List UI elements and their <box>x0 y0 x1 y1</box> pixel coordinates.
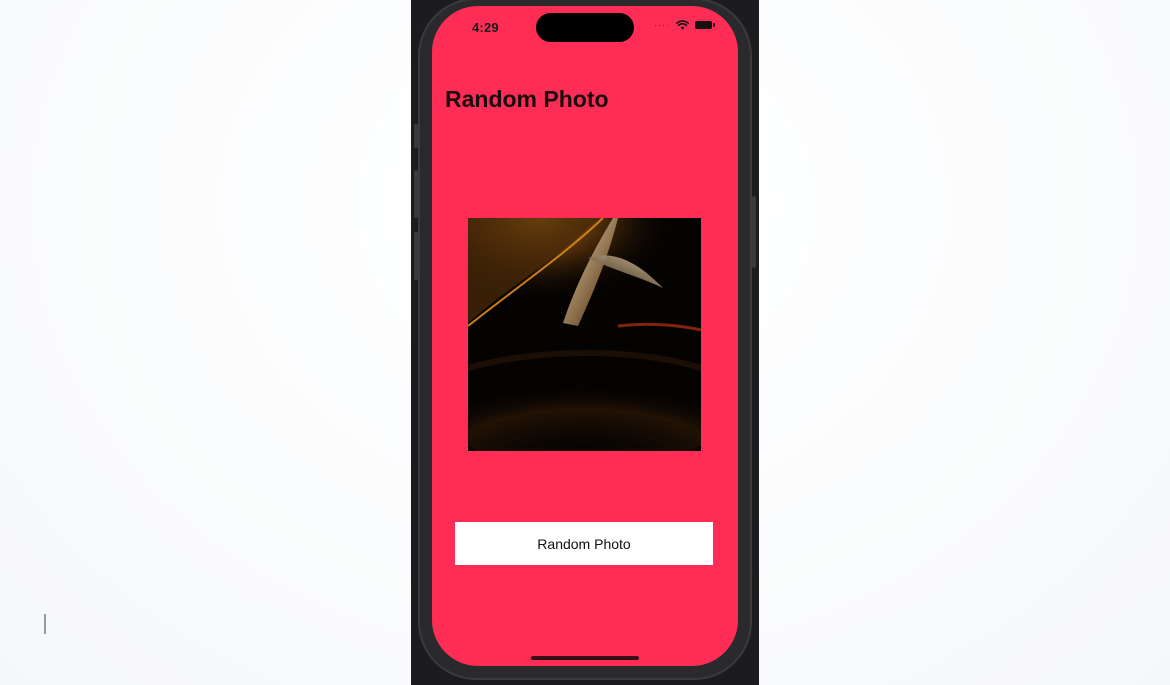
abstract-dark-wallpaper-image <box>468 218 701 451</box>
random-photo-button[interactable]: Random Photo <box>455 522 713 565</box>
random-photo-image <box>468 218 701 451</box>
page-title: Random Photo <box>445 86 609 112</box>
wifi-icon <box>676 20 689 30</box>
volume-up-button[interactable] <box>414 170 418 218</box>
home-indicator[interactable] <box>531 656 639 660</box>
simulator-stage: 4:29 ···· Random Photo Random Photo <box>0 0 1170 685</box>
battery-icon <box>695 21 715 29</box>
dynamic-island <box>536 13 634 42</box>
app-screen: 4:29 ···· Random Photo Random Photo <box>432 6 738 666</box>
status-time: 4:29 <box>472 20 499 35</box>
signal-dots-icon: ···· <box>654 20 670 30</box>
status-icons: ···· <box>654 20 715 30</box>
action-button[interactable] <box>414 124 418 148</box>
text-cursor <box>44 614 46 634</box>
power-button[interactable] <box>752 196 756 268</box>
volume-down-button[interactable] <box>414 232 418 280</box>
